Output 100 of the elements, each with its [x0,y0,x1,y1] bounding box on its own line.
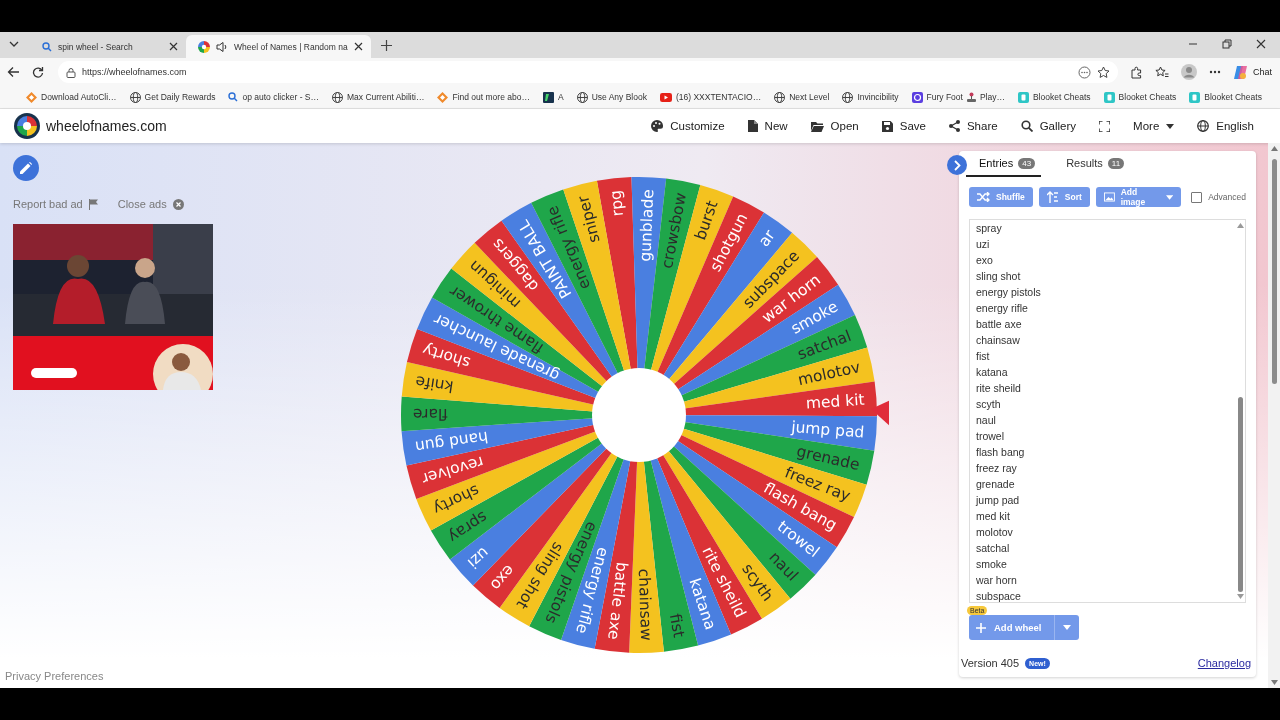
bookmark[interactable]: Find out more abo… [437,91,530,103]
nav-item[interactable]: English [1197,120,1254,132]
close-icon[interactable] [353,42,363,51]
profile-icon[interactable] [1181,64,1197,80]
entry-line: battle axe [976,317,1023,332]
edit-button[interactable] [13,155,39,181]
address-bar[interactable]: https://wheelofnames.com [58,61,1118,83]
bookmark[interactable]: (16) XXXTENTACIO… [659,92,762,102]
globe-icon [774,91,786,103]
bookmark[interactable]: Next Level [774,91,830,103]
chat-button[interactable]: Chat [1233,64,1272,80]
wheel-label: flare [412,404,448,424]
up-arrow-icon[interactable] [1236,223,1244,228]
game-icon [911,91,923,103]
entry-line: energy rifle [976,301,1029,316]
new-tab-icon[interactable] [380,40,392,51]
version-text: Version 405 [961,657,1020,669]
entry-line: flash bang [976,445,1026,460]
bookmark[interactable]: Invincibility [842,91,899,103]
caret-icon [1062,625,1071,630]
speaker-icon[interactable] [216,40,228,53]
wheel-drawing[interactable] [401,177,877,653]
down-arrow-icon[interactable] [1270,680,1278,685]
site-name[interactable]: wheelofnames.com [46,118,167,134]
panel-tab[interactable]: Results 11 [1053,151,1131,177]
globe-icon [129,91,141,103]
reader-icon[interactable] [1078,65,1091,79]
image-icon [1103,192,1115,202]
nav-item[interactable]: New [747,120,788,132]
wheel-logo-icon[interactable] [14,113,40,139]
nav-item[interactable]: Open [810,120,859,132]
bookmark[interactable]: Use Any Blook [576,91,647,103]
entry-line: energy pistols [976,285,1042,300]
close-ads-link[interactable]: Close ads [117,198,184,210]
more-icon[interactable] [1209,70,1221,74]
entry-line: katana [976,365,1009,380]
nav-item[interactable]: Save [881,120,926,132]
bookmark[interactable]: Blooket Cheats [1103,91,1177,103]
restore-icon[interactable] [1222,39,1232,49]
puzzle-icon[interactable] [1130,65,1143,79]
page-scrollbar[interactable] [1268,143,1280,688]
nav-item[interactable]: More [1133,120,1175,132]
entry-line: smoke [976,557,1008,572]
entry-line: war horn [976,573,1018,588]
palette-icon [651,120,664,132]
refresh-icon[interactable] [32,66,44,78]
nav-item[interactable]: Customize [651,120,725,132]
wheel-label: molotov [796,358,862,390]
nav-item[interactable] [1099,120,1111,132]
count-badge: 43 [1018,157,1036,169]
advanced-checkbox[interactable] [1191,191,1203,203]
nav-item[interactable]: Gallery [1020,120,1077,132]
entry-line: exo [976,253,994,268]
up-arrow-icon[interactable] [1270,146,1278,151]
entries-textarea[interactable]: spray uzi exo sling shot energy pistols energy rifle battle axe chainsaw fist katana rite sheild scyth naul trowel flash bang freez ray grenade jump pad med kit molotov satchal smoke war horn subspace [969,219,1246,603]
wheel-label: hand gun [414,427,490,456]
favorites-icon[interactable] [1155,65,1169,79]
down-arrow-icon[interactable] [1236,594,1244,599]
close-icon[interactable] [1256,39,1266,49]
entry-line: molotov [976,525,1014,540]
entry-line: freez ray [976,461,1018,476]
entry-line: fist [976,349,991,364]
bookmark[interactable]: op auto clicker - S… [228,92,319,102]
bookmark[interactable]: Blooket Cheats [1189,91,1262,103]
report-ad-link[interactable]: Report bad ad [13,198,98,210]
bookmark[interactable]: Fury Foot Play… [911,91,1005,103]
close-icon [172,198,184,210]
caret-icon [1165,194,1174,200]
caret-icon [1166,123,1175,129]
privacy-preferences-link[interactable]: Privacy Preferences [5,670,230,682]
close-icon[interactable] [169,42,178,51]
bookmark[interactable]: A [542,91,564,103]
browser-tab[interactable]: spin wheel - Search [30,35,186,58]
entry-line: naul [976,413,997,428]
back-icon[interactable] [7,66,20,78]
star-icon[interactable] [1097,65,1110,79]
bookmark[interactable]: Max Current Abiliti… [332,91,425,103]
changelog-link[interactable]: Changelog [1197,657,1251,669]
bookmark[interactable]: Download AutoCli… [26,91,117,103]
wheel-label: jump pad [790,417,865,442]
collapse-button[interactable] [947,155,967,175]
entry-line: med kit [976,509,1011,524]
browser-tab[interactable]: Wheel of Names | Random na [186,35,371,58]
wheel-hub[interactable] [592,368,686,462]
wheel-label: med kit [805,390,866,413]
entry-line: rite sheild [976,381,1022,396]
globe-icon [332,91,343,103]
share-icon [948,120,960,132]
entry-line: trowel [976,429,1005,444]
bookmark[interactable]: Blooket Cheats [1017,91,1091,103]
bookmark[interactable]: Get Daily Rewards [129,91,216,103]
flag-icon [88,198,98,210]
sort-icon [1046,191,1059,203]
nav-item[interactable]: Share [948,120,998,132]
wheel-logo-icon [198,40,210,53]
scrollbar[interactable] [1235,220,1245,602]
entry-line: jump pad [976,493,1021,508]
globe-icon [576,91,588,103]
entry-line: sling shot [976,269,1022,284]
panel-tab[interactable]: Entries 43 [966,151,1042,177]
